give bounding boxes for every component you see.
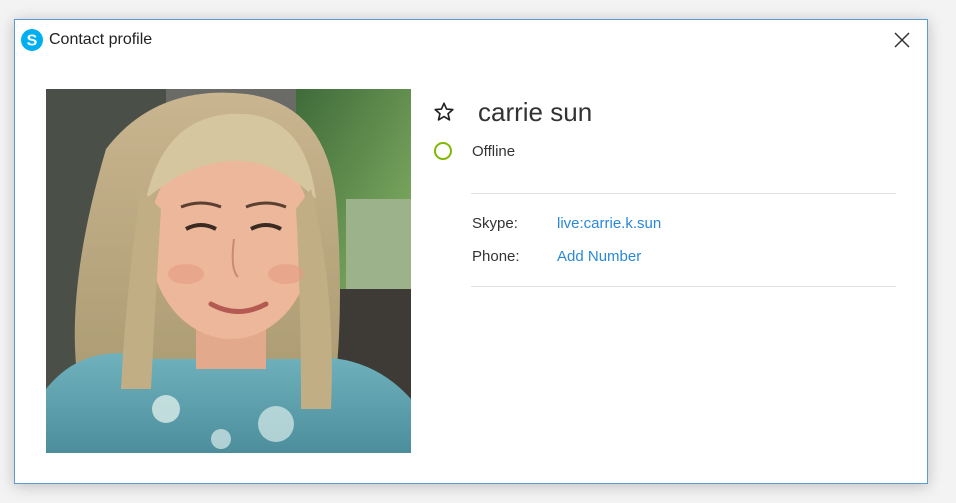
window-title: Contact profile <box>49 31 153 48</box>
skype-id-link[interactable]: live:carrie.k.sun <box>557 215 661 232</box>
star-outline-icon[interactable] <box>433 101 455 123</box>
divider-bottom <box>471 286 896 287</box>
svg-text:S: S <box>27 33 38 50</box>
contact-profile-window: S Contact profile carrie sun Offline Sky… <box>14 19 928 484</box>
phone-label: Phone: <box>472 248 520 265</box>
profile-info: carrie sun Offline Skype: live:carrie.k.… <box>433 95 903 287</box>
name-row: carrie sun <box>433 95 903 135</box>
status-text: Offline <box>472 143 516 160</box>
add-number-link[interactable]: Add Number <box>557 248 641 265</box>
offline-status-icon <box>434 142 452 160</box>
title-bar: S Contact profile <box>15 20 927 60</box>
status-row: Offline <box>433 135 903 185</box>
profile-photo-image <box>46 89 411 453</box>
skype-label: Skype: <box>472 215 518 232</box>
divider-top <box>471 193 896 194</box>
skype-icon: S <box>21 29 43 51</box>
profile-photo <box>46 89 411 453</box>
close-icon[interactable] <box>891 29 913 51</box>
contact-name: carrie sun <box>478 97 593 127</box>
